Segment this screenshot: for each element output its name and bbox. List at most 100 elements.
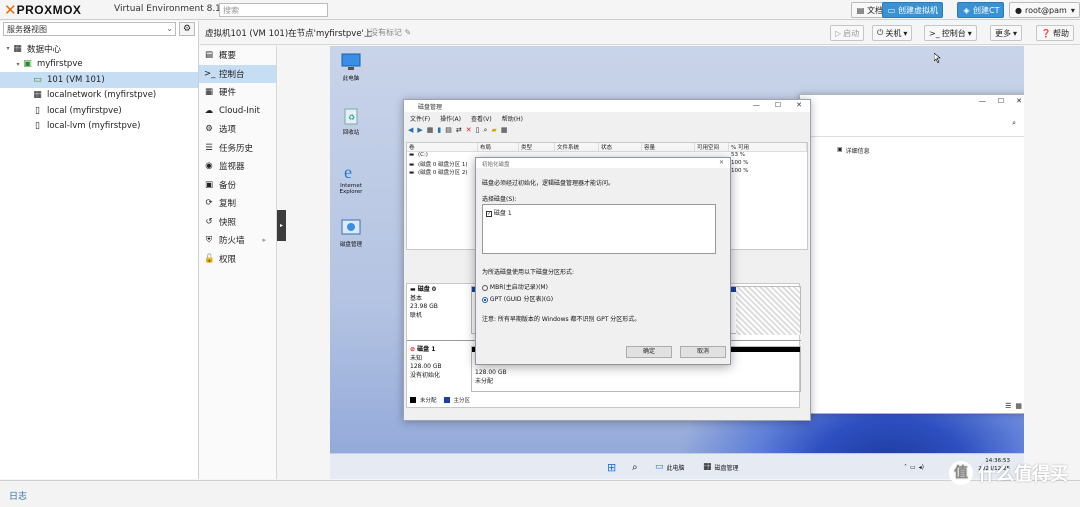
desktop-icon-this-pc[interactable]: 此电脑	[335, 52, 367, 82]
create-vm-button[interactable]: ▭ 创建虚拟机	[882, 2, 943, 18]
desktop-icon-recycle-bin[interactable]: ♻ 回收站	[335, 106, 367, 136]
start-button[interactable]: ⊞	[607, 460, 616, 474]
cancel-button[interactable]: 取消	[680, 346, 726, 358]
delete-icon[interactable]: ✕	[466, 126, 472, 138]
collapse-handle[interactable]: ▸	[277, 210, 286, 241]
snapshot-icon: ↺	[205, 216, 213, 227]
menu-action[interactable]: 操作(A)	[440, 114, 461, 124]
watermark: 值什么值得买	[949, 460, 1068, 486]
close-icon[interactable]: ✕	[796, 101, 802, 109]
nav-task-history[interactable]: ☰ 任务历史	[199, 139, 276, 158]
ok-button[interactable]: 确定	[626, 346, 672, 358]
connect-icon[interactable]: ⇄	[456, 126, 462, 138]
vm-console-screen[interactable]: 此电脑 ♻ 回收站 e Internet Explorer 磁盘管理 — ☐ ✕ ⌕…	[330, 46, 1024, 479]
maximize-icon[interactable]: ☐	[998, 97, 1004, 105]
system-tray[interactable]: ˄ ▭ ◂)	[904, 460, 924, 474]
taskbar-search-button[interactable]: ⌕	[632, 460, 638, 474]
minimize-icon[interactable]: —	[979, 97, 986, 105]
tree-vm-101[interactable]: ▭ 101 (VM 101)	[0, 72, 198, 88]
nav-snapshot[interactable]: ↺ 快照	[199, 213, 276, 232]
search-input[interactable]: 搜索	[219, 3, 328, 17]
user-menu-button[interactable]: ● root@pam ▾	[1009, 2, 1080, 18]
tree-datacenter[interactable]: ▾ ▦ 数据中心	[0, 41, 198, 57]
monitor-icon: ▭	[887, 5, 896, 15]
nav-firewall[interactable]: ⛨ 防火墙 ▸	[199, 231, 276, 250]
firewall-icon: ⛨	[205, 235, 213, 246]
help-icon[interactable]: ▮	[437, 126, 441, 138]
console-icon: >_	[204, 68, 216, 79]
desktop-icon-internet-explorer[interactable]: e Internet Explorer	[335, 161, 367, 195]
console-button[interactable]: >_ 控制台 ▾	[924, 25, 977, 41]
computer-icon: ▭	[655, 462, 664, 472]
folder-icon[interactable]: ▰	[491, 126, 496, 138]
menu-help[interactable]: 帮助(H)	[502, 114, 523, 124]
resource-tree-panel: 服务器视图 ⌄ ⚙ ▾ ▦ 数据中心 ▾ ▣ myfirstpve ▭ 101 (VM 10…	[0, 21, 199, 479]
menu-view[interactable]: 查看(V)	[471, 114, 492, 124]
explorer-details-button[interactable]: ▣ 详细信息	[837, 146, 870, 155]
back-icon[interactable]: ◀	[408, 126, 413, 138]
nav-summary[interactable]: ▤ 概要	[199, 46, 276, 65]
nav-console[interactable]: >_ 控制台	[199, 64, 276, 83]
mbr-radio[interactable]: MBR(主启动记录)(M)	[482, 282, 548, 291]
summary-icon: ▤	[204, 50, 214, 61]
grid-icon[interactable]: ▦	[501, 126, 508, 138]
recycle-bin-icon: ♻	[340, 106, 362, 126]
list-view-icon[interactable]: ☰	[1005, 402, 1011, 410]
tags-edit[interactable]: 没有标记 ✎	[370, 27, 411, 38]
vm-running-icon: ▭	[33, 74, 42, 85]
menu-file[interactable]: 文件(F)	[410, 114, 430, 124]
internet-explorer-icon: e	[340, 161, 362, 182]
datacenter-icon: ▦	[13, 43, 22, 54]
explorer-window[interactable]: — ☐ ✕ ⌕ ▣ 详细信息 ☰ ▦	[799, 94, 1024, 414]
close-icon[interactable]: ✕	[719, 159, 724, 166]
create-ct-button[interactable]: ◈ 创建CT	[957, 2, 1005, 18]
log-tab[interactable]: 日志	[9, 489, 27, 502]
nav-monitor[interactable]: ◉ 监视器	[199, 157, 276, 176]
tile-view-icon[interactable]: ▦	[1015, 402, 1022, 410]
properties-icon[interactable]: ▯	[476, 126, 480, 138]
log-panel[interactable]: 日志	[0, 480, 1080, 507]
nav-replication[interactable]: ⟳ 复制	[199, 194, 276, 213]
tree-node-myfirstpve[interactable]: ▾ ▣ myfirstpve	[0, 57, 198, 73]
desktop-icon-disk-management[interactable]: 磁盘管理	[335, 218, 367, 248]
nav-permissions[interactable]: 🔓 权限	[199, 250, 276, 269]
close-icon[interactable]: ✕	[1016, 97, 1022, 105]
minimize-icon[interactable]: —	[753, 101, 760, 109]
maximize-icon[interactable]: ☐	[775, 101, 781, 109]
shutdown-button[interactable]: ⏻ 关机 ▾	[872, 25, 913, 41]
search-icon[interactable]: ⌕	[1012, 119, 1016, 128]
taskbar-disk-management[interactable]: ▦ 磁盘管理	[703, 460, 739, 474]
storage-icon: ▯	[35, 121, 40, 132]
start-button[interactable]: ▷ 启动	[830, 25, 865, 41]
help-button[interactable]: ❓ 帮助	[1036, 25, 1074, 41]
more-button[interactable]: 更多 ▾	[990, 25, 1023, 41]
windows-taskbar: ⊞ ⌕ ▭ 此电脑 ▦ 磁盘管理 ˄ ▭ ◂) 14:36:53 2023/12/25	[330, 453, 1024, 479]
disk-management-title: 磁盘管理 — ☐ ✕	[404, 100, 810, 112]
gpt-radio[interactable]: GPT (GUID 分区表)(G)	[482, 294, 553, 303]
disk-1-checkbox[interactable]: ✓ 磁盘 1	[486, 208, 712, 217]
nav-options[interactable]: ⚙ 选项	[199, 120, 276, 139]
disk-0-info[interactable]: ▬ 磁盘 0 基本 23.98 GB 联机	[410, 286, 438, 320]
user-icon: ●	[1015, 5, 1022, 15]
power-icon: ⏻	[877, 28, 884, 37]
search-icon[interactable]: ⌕	[484, 126, 488, 138]
forward-icon[interactable]: ▶	[417, 126, 422, 138]
disk-management-toolbar: ◀ ▶ ▦ ▮ ▤ ⇄ ✕ ▯ ⌕ ▰ ▦	[404, 126, 810, 138]
tree-storage-local-lvm[interactable]: ▯ local-lvm (myfirstpve)	[0, 119, 198, 135]
tree-localnetwork[interactable]: ▦ localnetwork (myfirstpve)	[0, 88, 198, 104]
nav-hardware[interactable]: ▦ 硬件	[199, 83, 276, 102]
view-selector[interactable]: 服务器视图 ⌄	[3, 22, 176, 36]
tree-storage-local[interactable]: ▯ local (myfirstpve)	[0, 103, 198, 119]
taskbar-this-pc[interactable]: ▭ 此电脑	[655, 460, 685, 474]
view-icon[interactable]: ▦	[427, 126, 434, 138]
gear-icon[interactable]: ⚙	[179, 22, 195, 36]
options-icon: ⚙	[205, 124, 213, 135]
initialize-disk-dialog[interactable]: 初始化磁盘 ✕ 磁盘必须经过初始化，逻辑磁盘管理器才能访问。 选择磁盘(S): …	[475, 157, 731, 365]
nav-backup[interactable]: ▣ 备份	[199, 176, 276, 195]
list-icon[interactable]: ▤	[445, 126, 452, 138]
play-icon: ▷	[835, 28, 842, 38]
disk-management-icon	[340, 218, 362, 238]
nav-cloud-init[interactable]: ☁ Cloud-Init	[199, 102, 276, 121]
disk-1-info[interactable]: ⊘ 磁盘 1 未知 128.00 GB 没有初始化	[410, 346, 442, 380]
volume-icon: ◂)	[918, 463, 925, 471]
